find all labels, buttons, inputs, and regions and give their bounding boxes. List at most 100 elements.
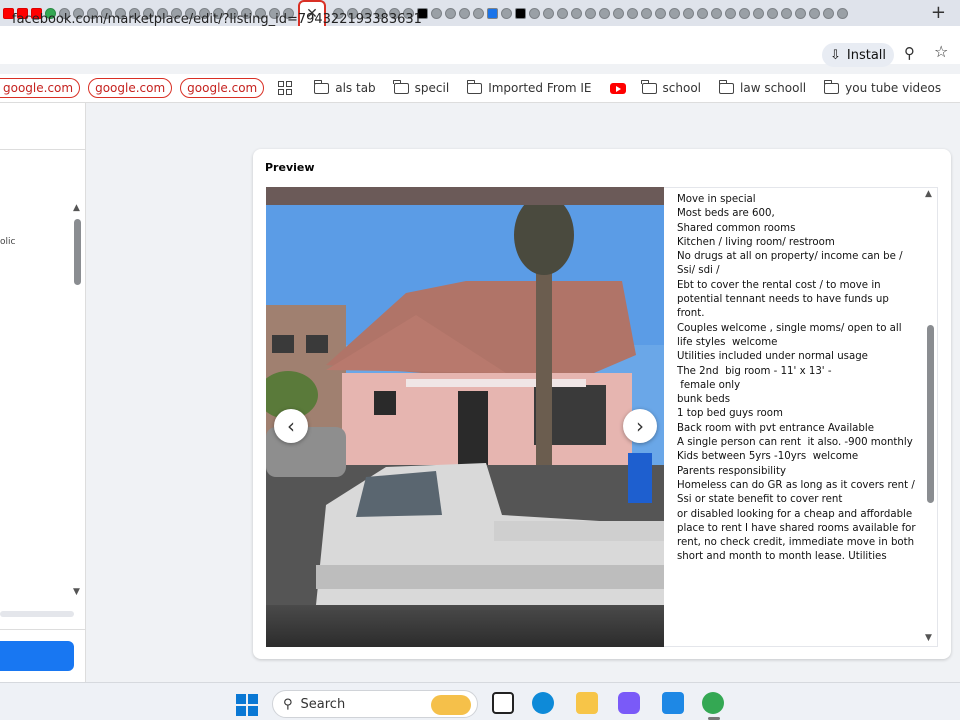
bookmarks-bar: google.com google.com google.com als tab… bbox=[0, 74, 960, 102]
preview-card: Preview ‹ › Move in special Most beds ar… bbox=[253, 149, 951, 659]
bookmark-folder[interactable]: you tube videos bbox=[823, 79, 942, 95]
chevron-right-icon: › bbox=[636, 414, 644, 438]
tab-icon[interactable] bbox=[445, 7, 456, 19]
tab-icon[interactable] bbox=[473, 7, 484, 19]
tab-icon[interactable] bbox=[725, 7, 736, 19]
tab-icon[interactable] bbox=[753, 7, 764, 19]
tab-icon[interactable] bbox=[669, 7, 680, 19]
tab-icon[interactable] bbox=[585, 7, 596, 19]
install-label: Install bbox=[846, 47, 887, 63]
previous-photo-button[interactable]: ‹ bbox=[274, 409, 308, 443]
bookmark-label: specil bbox=[414, 81, 450, 95]
tab-icon[interactable] bbox=[641, 7, 652, 19]
tab-icon[interactable] bbox=[711, 7, 722, 19]
description-line: Couples welcome , single moms/ open to a… bbox=[677, 322, 905, 348]
horizontal-scrollbar[interactable] bbox=[0, 611, 74, 617]
tab-icon[interactable] bbox=[431, 7, 442, 19]
divider bbox=[0, 149, 86, 150]
copilot-icon[interactable] bbox=[618, 692, 640, 714]
tab-icon[interactable] bbox=[459, 7, 470, 19]
url-field[interactable]: facebook.com/marketplace/edit/?listing_i… bbox=[12, 12, 422, 27]
primary-action-button[interactable] bbox=[0, 641, 74, 671]
tab-icon[interactable] bbox=[627, 7, 638, 19]
tab-icon[interactable] bbox=[781, 7, 792, 19]
task-view-icon[interactable] bbox=[492, 692, 514, 714]
photo-bottom-band bbox=[266, 605, 664, 647]
bookmark-folder[interactable]: law schooll bbox=[718, 79, 807, 95]
folder-icon bbox=[393, 79, 409, 94]
youtube-bookmark-icon[interactable] bbox=[609, 82, 626, 94]
tab-icon[interactable] bbox=[739, 7, 750, 19]
tab-icon[interactable] bbox=[543, 7, 554, 19]
address-bar bbox=[0, 26, 960, 64]
bookmark-google[interactable]: google.com bbox=[88, 78, 173, 98]
divider bbox=[0, 629, 86, 630]
new-tab-button[interactable]: + bbox=[931, 2, 946, 23]
edge-icon[interactable] bbox=[532, 692, 554, 714]
windows-start-icon[interactable] bbox=[236, 694, 258, 716]
scrollbar-thumb[interactable] bbox=[74, 219, 81, 285]
bookmark-folder[interactable]: als tab bbox=[313, 79, 376, 95]
scroll-up-icon[interactable]: ▲ bbox=[73, 203, 80, 213]
description-line: bunk beds bbox=[677, 394, 731, 406]
bookmark-folder[interactable]: specil bbox=[393, 79, 450, 95]
bookmark-label: school bbox=[662, 81, 701, 95]
partial-text: olic bbox=[0, 237, 16, 247]
folder-icon bbox=[641, 79, 657, 94]
bookmark-label: you tube videos bbox=[845, 81, 942, 95]
bookmark-google[interactable]: google.com bbox=[180, 78, 265, 98]
tab-icon[interactable] bbox=[823, 7, 834, 19]
tab-icon[interactable] bbox=[697, 7, 708, 19]
bookmark-label: law schooll bbox=[740, 81, 807, 95]
w-tab-icon[interactable] bbox=[515, 7, 526, 19]
tab-icon[interactable] bbox=[683, 7, 694, 19]
listing-photo: ‹ › bbox=[266, 187, 664, 647]
description-line: Kids between 5yrs -10yrs welcome bbox=[677, 451, 859, 463]
tab-icon[interactable] bbox=[613, 7, 624, 19]
page-content: olic ▲ ▼ Preview ‹ › Move in special Mos… bbox=[0, 102, 960, 683]
bookmark-folder[interactable]: school bbox=[641, 79, 701, 95]
tab-icon[interactable] bbox=[557, 7, 568, 19]
windows-taskbar: ⚲ Search bbox=[0, 682, 960, 720]
tab-icon[interactable] bbox=[529, 7, 540, 19]
tab-icon[interactable] bbox=[655, 7, 666, 19]
scroll-down-icon[interactable]: ▼ bbox=[73, 587, 80, 597]
tab-icon[interactable] bbox=[795, 7, 806, 19]
chrome-icon[interactable] bbox=[702, 692, 724, 714]
taskbar-search[interactable]: ⚲ Search bbox=[272, 690, 478, 718]
tab-icon[interactable] bbox=[501, 7, 512, 19]
description-line: Move in special bbox=[677, 194, 756, 205]
folder-icon bbox=[466, 79, 483, 94]
bookmark-google[interactable]: google.com bbox=[0, 78, 81, 98]
file-explorer-icon[interactable] bbox=[576, 692, 598, 714]
bookmark-folder[interactable]: Imported From IE bbox=[466, 79, 592, 95]
tab-icon[interactable] bbox=[599, 7, 610, 19]
tab-icon[interactable] bbox=[837, 7, 848, 19]
blue-tab-icon[interactable] bbox=[487, 7, 498, 19]
next-photo-button[interactable]: › bbox=[623, 409, 657, 443]
description-line: female only bbox=[677, 379, 741, 391]
bookmark-label: Imported From IE bbox=[488, 81, 592, 95]
chevron-left-icon: ‹ bbox=[287, 414, 295, 438]
photo-top-band bbox=[266, 187, 664, 205]
store-icon[interactable] bbox=[662, 692, 684, 714]
description-scrollbar-thumb[interactable] bbox=[927, 325, 934, 503]
description-line: Kitchen / living room/ restroom bbox=[677, 236, 835, 248]
bookmark-star-icon[interactable]: ☆ bbox=[934, 42, 948, 61]
search-icon: ⚲ bbox=[283, 696, 293, 712]
house-photo bbox=[266, 205, 664, 605]
tab-icon[interactable] bbox=[571, 7, 582, 19]
scroll-down-icon[interactable]: ▼ bbox=[925, 633, 932, 643]
description-line: Shared common rooms bbox=[677, 222, 796, 234]
search-highlight-icon bbox=[431, 695, 471, 715]
description-line: 1 top bed guys room bbox=[677, 408, 783, 420]
description-line: The 2nd big room - 11' x 13' - bbox=[677, 365, 832, 377]
apps-grid-icon[interactable] bbox=[278, 81, 293, 95]
scroll-up-icon[interactable]: ▲ bbox=[925, 189, 932, 199]
tab-icon[interactable] bbox=[809, 7, 820, 19]
zoom-icon[interactable]: ⚲ bbox=[904, 44, 915, 62]
description-line: Homeless can do GR as long as it covers … bbox=[677, 479, 915, 506]
tab-icon[interactable] bbox=[767, 7, 778, 19]
install-button[interactable]: ⇩ Install bbox=[822, 43, 894, 67]
install-icon: ⇩ bbox=[829, 47, 841, 63]
